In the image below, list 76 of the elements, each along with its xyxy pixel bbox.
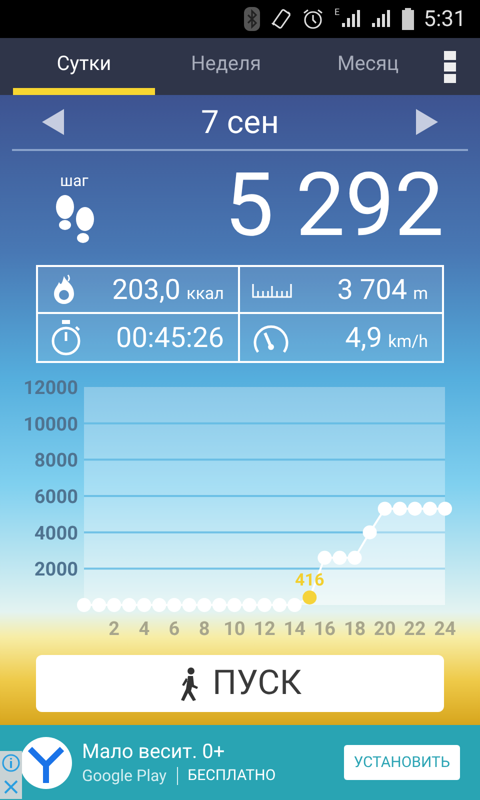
- stat-unit: ккал: [186, 282, 224, 306]
- signal-icon: [370, 9, 392, 29]
- date-label: 7 сен: [200, 102, 280, 143]
- x-axis-label: 4: [138, 617, 150, 640]
- data-point: [182, 598, 196, 612]
- start-button[interactable]: ПУСК: [36, 655, 444, 712]
- tab[interactable]: Неделя: [155, 38, 297, 95]
- stat-value: 3 704: [337, 272, 408, 308]
- y-axis-label: 2000: [34, 558, 78, 581]
- data-point: [362, 525, 377, 540]
- data-point: [332, 550, 347, 565]
- y-axis-label: 12000: [23, 376, 78, 399]
- data-point: [167, 598, 182, 612]
- data-point: [242, 598, 256, 612]
- step-count: 5 292: [224, 161, 444, 251]
- steps-label: шаг: [60, 170, 88, 192]
- stat-unit: km/h: [388, 330, 428, 354]
- status-time: 5:31: [424, 6, 466, 34]
- vibrate-icon: [270, 8, 292, 30]
- x-axis-label: 16: [314, 617, 336, 640]
- data-point: [92, 598, 106, 612]
- highlighted-point: [302, 590, 317, 604]
- y-axis-label: 10000: [23, 412, 78, 436]
- previous-arrow-icon[interactable]: [42, 109, 64, 135]
- next-arrow-icon[interactable]: [416, 109, 438, 135]
- stat-value: 00:45:26: [116, 320, 224, 356]
- x-axis-label: 18: [344, 617, 366, 640]
- data-point: [408, 502, 422, 516]
- network-type-label: E: [334, 9, 340, 18]
- x-axis-label: 20: [374, 617, 396, 640]
- y-axis-label: 4000: [34, 521, 78, 544]
- walking-person-icon: [178, 666, 200, 700]
- price-label: БЕСПЛАТНО: [188, 765, 276, 786]
- x-axis-label: 2: [108, 617, 120, 640]
- x-axis-label: 12: [254, 617, 276, 640]
- data-point: [107, 598, 122, 612]
- ad-title: Мало весит. 0+: [82, 738, 226, 764]
- data-point: [272, 598, 287, 612]
- signal-icon: [340, 9, 360, 29]
- store-name: Google Play: [82, 764, 167, 786]
- data-point: [392, 502, 407, 516]
- x-axis-label: 10: [224, 617, 246, 640]
- data-point: [422, 502, 437, 516]
- data-point: [348, 550, 362, 565]
- stat-unit: m: [413, 282, 428, 306]
- data-point: [212, 598, 226, 612]
- data-point: [227, 598, 242, 612]
- ruler-icon: [252, 282, 292, 298]
- data-point: [197, 598, 212, 612]
- data-point: [258, 598, 272, 612]
- app-logo-icon: [20, 736, 72, 788]
- stat-value: 203,0: [112, 272, 181, 308]
- data-point: [77, 598, 91, 612]
- point-value-label: 416: [295, 570, 324, 590]
- x-axis-label: 8: [198, 617, 210, 640]
- data-point: [288, 598, 302, 612]
- x-axis-label: 24: [434, 617, 456, 640]
- alarm-icon: [302, 8, 324, 30]
- data-point: [152, 598, 166, 612]
- menu-icon[interactable]: [444, 50, 456, 82]
- x-axis-label: 14: [284, 617, 306, 640]
- stat-value: 4,9: [345, 320, 382, 356]
- battery-icon: [402, 8, 414, 30]
- data-point: [438, 502, 452, 516]
- data-point: [137, 598, 152, 612]
- y-axis-label: 6000: [34, 485, 78, 508]
- data-point: [318, 550, 332, 565]
- install-button[interactable]: УСТАНОВИТЬ: [344, 745, 460, 780]
- data-point: [122, 598, 136, 612]
- x-axis-label: 6: [168, 617, 180, 640]
- tab[interactable]: Месяц: [297, 38, 439, 95]
- bluetooth-icon: [244, 7, 260, 31]
- x-axis-label: 22: [404, 617, 426, 640]
- stopwatch-icon: [50, 320, 82, 356]
- data-point: [378, 502, 392, 516]
- y-axis-label: 8000: [34, 448, 78, 472]
